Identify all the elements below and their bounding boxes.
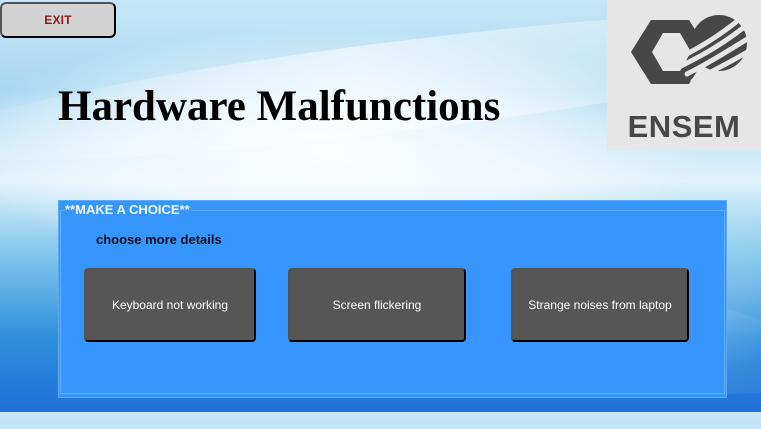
ensem-logo-text: ENSEM xyxy=(627,109,741,144)
screen-flickering-button[interactable]: Screen flickering xyxy=(288,268,466,342)
ensem-logo: ENSEM xyxy=(607,0,761,150)
strange-noises-button[interactable]: Strange noises from laptop xyxy=(511,268,689,342)
panel-title: **MAKE A CHOICE** xyxy=(65,202,192,217)
make-choice-panel: **MAKE A CHOICE** choose more details Ke… xyxy=(58,200,727,398)
page-title: Hardware Malfunctions xyxy=(58,83,501,130)
panel-subtitle: choose more details xyxy=(96,232,222,247)
keyboard-not-working-button[interactable]: Keyboard not working xyxy=(84,268,256,342)
exit-button[interactable]: EXIT xyxy=(0,2,116,38)
ensem-logo-icon xyxy=(631,15,753,89)
